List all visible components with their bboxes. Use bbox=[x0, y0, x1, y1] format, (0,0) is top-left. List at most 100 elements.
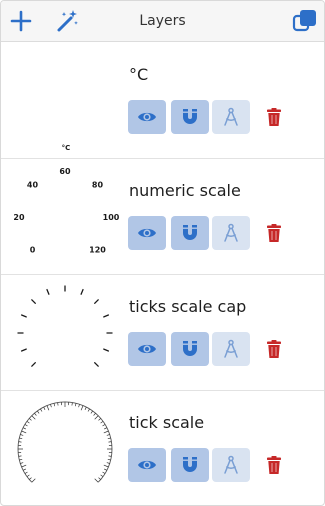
scale-tick bbox=[22, 468, 26, 471]
scale-tick bbox=[18, 455, 22, 457]
duplicate-layer-button[interactable] bbox=[291, 7, 319, 35]
layers-panel: Layers °C °C 0 20 40 60 80 100 120 numer… bbox=[0, 0, 325, 506]
scale-tick bbox=[20, 462, 24, 464]
layer-thumbnail bbox=[7, 277, 123, 389]
scale-tick bbox=[46, 405, 50, 411]
scale-tick bbox=[102, 424, 106, 427]
delete-layer-button[interactable] bbox=[258, 448, 290, 482]
layer-row[interactable]: tick scale bbox=[1, 391, 324, 505]
compass-icon bbox=[224, 455, 238, 474]
scale-tick bbox=[80, 288, 84, 295]
scale-tick bbox=[94, 362, 99, 367]
edit-layer-button[interactable] bbox=[212, 332, 250, 366]
layer-thumbnail: °C bbox=[7, 45, 123, 157]
scale-tick bbox=[57, 402, 59, 406]
scale-tick bbox=[106, 462, 110, 464]
scale-tick bbox=[104, 468, 108, 471]
layer-row[interactable]: 0 20 40 60 80 100 120 numeric scale bbox=[1, 159, 324, 275]
scale-tick bbox=[46, 288, 50, 295]
scale-tick bbox=[50, 404, 52, 408]
scale-label: 80 bbox=[92, 181, 104, 190]
scale-tick bbox=[103, 464, 109, 468]
compass-icon bbox=[224, 107, 238, 126]
layer-thumbnail bbox=[7, 393, 123, 505]
visibility-toggle-button[interactable] bbox=[128, 100, 166, 134]
snap-toggle-button[interactable] bbox=[171, 332, 209, 366]
add-layer-button[interactable] bbox=[7, 7, 35, 35]
visibility-toggle-button[interactable] bbox=[128, 332, 166, 366]
scale-tick bbox=[103, 314, 110, 318]
scale-tick bbox=[102, 471, 106, 474]
snap-toggle-button[interactable] bbox=[171, 448, 209, 482]
scale-tick bbox=[53, 403, 56, 407]
scale-tick bbox=[84, 406, 87, 410]
delete-layer-button[interactable] bbox=[258, 332, 290, 366]
scale-tick bbox=[21, 430, 27, 434]
scale-tick bbox=[31, 478, 36, 483]
scale-tick bbox=[106, 434, 110, 436]
scale-tick bbox=[104, 427, 108, 430]
layer-name: numeric scale bbox=[129, 181, 241, 200]
scale-tick bbox=[108, 455, 112, 457]
scale-tick bbox=[94, 478, 99, 483]
scale-label: 20 bbox=[13, 213, 25, 222]
scale-arc bbox=[17, 401, 113, 483]
eye-icon bbox=[138, 344, 156, 354]
scale-tick bbox=[34, 413, 37, 416]
visibility-toggle-button[interactable] bbox=[128, 216, 166, 250]
magic-wand-button[interactable] bbox=[53, 7, 81, 35]
edit-layer-button[interactable] bbox=[212, 448, 250, 482]
scale-tick bbox=[87, 408, 90, 412]
scale-tick bbox=[31, 362, 36, 367]
scale-tick bbox=[29, 418, 32, 421]
trash-icon bbox=[267, 224, 281, 242]
layer-row[interactable]: °C °C bbox=[1, 43, 324, 159]
scale-tick bbox=[22, 427, 26, 430]
magnet-icon bbox=[183, 225, 197, 240]
scale-tick bbox=[78, 404, 80, 408]
magic-wand-icon bbox=[57, 10, 78, 32]
snap-toggle-button[interactable] bbox=[171, 216, 209, 250]
edit-layer-button[interactable] bbox=[212, 100, 250, 134]
scale-tick bbox=[24, 424, 28, 427]
panel-title: Layers bbox=[139, 13, 186, 29]
visibility-toggle-button[interactable] bbox=[128, 448, 166, 482]
layer-name: ticks scale cap bbox=[129, 297, 247, 316]
layer-row[interactable]: ticks scale cap bbox=[1, 275, 324, 391]
scale-tick bbox=[31, 415, 36, 420]
scale-tick bbox=[103, 348, 110, 352]
scale-tick bbox=[71, 402, 73, 406]
eye-icon bbox=[138, 112, 156, 122]
layer-name: °C bbox=[129, 65, 149, 84]
delete-layer-button[interactable] bbox=[258, 216, 290, 250]
scale-tick bbox=[107, 458, 111, 461]
scale-tick bbox=[98, 418, 101, 421]
plus-icon bbox=[10, 10, 32, 32]
magnet-icon bbox=[183, 341, 197, 356]
scale-tick bbox=[94, 415, 99, 420]
magnet-icon bbox=[183, 109, 197, 124]
scale-tick bbox=[40, 408, 43, 412]
scale-tick bbox=[20, 348, 27, 352]
scale-label: 40 bbox=[27, 181, 39, 190]
compass-icon bbox=[224, 223, 238, 242]
layer-thumbnail: 0 20 40 60 80 100 120 bbox=[7, 161, 123, 273]
edit-layer-button[interactable] bbox=[212, 216, 250, 250]
scale-tick bbox=[90, 410, 93, 414]
scale-tick bbox=[100, 421, 104, 424]
scale-tick bbox=[21, 464, 27, 468]
scale-label: 0 bbox=[30, 246, 36, 255]
layers-toolbar: Layers bbox=[1, 1, 324, 42]
eye-icon bbox=[138, 460, 156, 470]
scale-tick bbox=[94, 299, 99, 304]
scale-tick bbox=[31, 299, 36, 304]
scale-tick bbox=[29, 477, 32, 480]
scale-tick bbox=[20, 434, 24, 436]
scale-tick bbox=[24, 471, 28, 474]
delete-layer-button[interactable] bbox=[258, 100, 290, 134]
magnet-icon bbox=[183, 457, 197, 472]
snap-toggle-button[interactable] bbox=[171, 100, 209, 134]
scale-tick bbox=[26, 474, 30, 477]
scale-label: 60 bbox=[59, 167, 71, 176]
scale-tick bbox=[108, 441, 112, 443]
